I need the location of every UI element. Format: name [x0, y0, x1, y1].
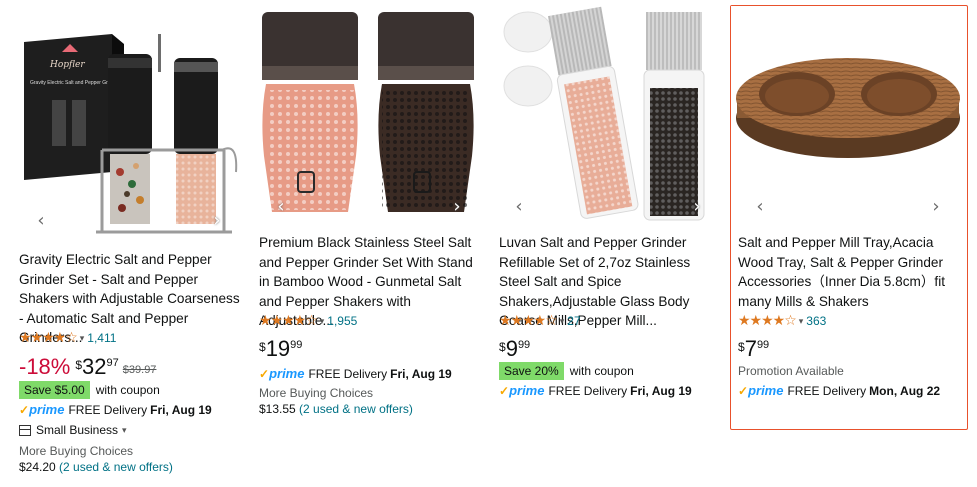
- price-fraction: 99: [290, 339, 303, 351]
- product-card: Hopfler Gravity Electric Salt and Pepper…: [12, 0, 244, 487]
- rating-count[interactable]: 363: [806, 314, 826, 328]
- prime-logo: prime: [29, 402, 65, 417]
- chevron-left-icon[interactable]: ‹: [30, 210, 52, 232]
- coupon-text: with coupon: [569, 364, 634, 378]
- price-block[interactable]: $ 9 99: [499, 337, 530, 361]
- offers-link[interactable]: (2 used & new offers): [299, 402, 413, 416]
- chevron-down-icon[interactable]: ▾: [560, 316, 565, 327]
- glass-grinder-image: [492, 6, 724, 226]
- coupon-badge[interactable]: Save $5.00: [19, 381, 90, 399]
- product-title[interactable]: Salt and Pepper Mill Tray,Acacia Wood Tr…: [738, 233, 960, 311]
- delivery-text: FREE Delivery: [548, 383, 628, 398]
- star-rating-icon[interactable]: ★★★★☆: [738, 313, 797, 329]
- offers-row: $24.20 (2 used & new offers): [19, 460, 173, 474]
- chevron-left-icon[interactable]: ‹: [749, 196, 771, 218]
- rating-row[interactable]: ★★★★☆ ▾ 363: [738, 313, 826, 329]
- coupon-row[interactable]: Save 20% with coupon: [499, 362, 634, 380]
- offer-price: $13.55: [259, 402, 296, 416]
- star-rating-icon[interactable]: ★★★★☆: [19, 330, 78, 346]
- grinder-set-image: Hopfler Gravity Electric Salt and Pepper…: [12, 22, 244, 242]
- star-rating-icon[interactable]: ★★★★☆: [499, 313, 558, 329]
- store-icon: [19, 424, 31, 436]
- price-block[interactable]: $ 19 99: [259, 337, 302, 361]
- buying-choices-label: More Buying Choices: [259, 386, 374, 400]
- chevron-right-icon[interactable]: ›: [206, 210, 228, 232]
- rating-row[interactable]: ★★★★☆ ▾ 27: [499, 313, 581, 329]
- prime-check-icon: ✓: [19, 402, 30, 417]
- chevron-down-icon[interactable]: ▾: [799, 316, 804, 327]
- rating-count[interactable]: 27: [567, 314, 580, 328]
- price-symbol: $: [75, 358, 83, 372]
- chevron-down-icon[interactable]: ▾: [80, 333, 85, 344]
- price-block[interactable]: -18% $ 32 97 $39.97: [19, 355, 156, 379]
- coupon-badge[interactable]: Save 20%: [499, 362, 564, 380]
- coupon-text: with coupon: [95, 383, 160, 397]
- delivery-date: Fri, Aug 19: [150, 402, 212, 417]
- offers-row: $13.55 (2 used & new offers): [259, 402, 413, 416]
- price-fraction: 97: [106, 357, 119, 369]
- price-fraction: 99: [517, 339, 531, 351]
- promotion-label: Promotion Available: [738, 364, 844, 378]
- star-rating-icon[interactable]: ★★★★☆: [259, 313, 318, 329]
- prime-check-icon: ✓: [499, 383, 510, 398]
- product-image[interactable]: ‹ ›: [252, 6, 484, 226]
- grinder-pair-image: [252, 6, 484, 226]
- coupon-row[interactable]: Save $5.00 with coupon: [19, 381, 160, 399]
- rating-row[interactable]: ★★★★☆ ▾ 1,411: [19, 330, 116, 346]
- rating-row[interactable]: ★★★★☆ ▾ 1,955: [259, 313, 357, 329]
- small-business-label: Small Business: [36, 423, 119, 437]
- chevron-right-icon[interactable]: ›: [925, 196, 947, 218]
- price-symbol: $: [259, 340, 266, 354]
- product-image[interactable]: ‹ ›: [731, 6, 965, 226]
- product-card: ‹ › Premium Black Stainless Steel Salt a…: [252, 0, 484, 487]
- chevron-left-icon[interactable]: ‹: [508, 196, 530, 218]
- price-whole: 9: [505, 336, 518, 361]
- product-card: ‹ › Luvan Salt and Pepper Grinder Refill…: [492, 0, 724, 487]
- prime-logo: prime: [269, 366, 305, 381]
- price-symbol: $: [499, 340, 506, 354]
- svg-text:Gravity Electric Salt and Pepp: Gravity Electric Salt and Pepper Gr...: [30, 80, 112, 86]
- delivery-date: Fri, Aug 19: [630, 383, 692, 398]
- delivery-text: FREE Delivery: [68, 402, 148, 417]
- delivery-row: ✓ prime FREE Delivery Fri, Aug 19: [19, 402, 212, 417]
- buying-choices-label: More Buying Choices: [19, 444, 134, 458]
- delivery-date: Fri, Aug 19: [390, 366, 452, 381]
- delivery-date: Mon, Aug 22: [869, 383, 941, 398]
- price-block[interactable]: $ 7 99: [738, 337, 769, 361]
- price-fraction: 99: [756, 339, 770, 351]
- chevron-down-icon[interactable]: ▾: [320, 316, 325, 327]
- svg-text:Hopfler: Hopfler: [49, 60, 85, 70]
- offers-link[interactable]: (2 used & new offers): [59, 460, 173, 474]
- chevron-right-icon[interactable]: ›: [686, 196, 708, 218]
- prime-logo: prime: [748, 383, 784, 398]
- chevron-right-icon[interactable]: ›: [446, 196, 468, 218]
- chevron-down-icon[interactable]: ▾: [122, 425, 127, 436]
- product-card-highlighted: ‹ › Salt and Pepper Mill Tray,Acacia Woo…: [730, 5, 968, 430]
- prime-check-icon: ✓: [738, 383, 749, 398]
- offer-price: $24.20: [19, 460, 56, 474]
- product-image[interactable]: Hopfler Gravity Electric Salt and Pepper…: [12, 22, 244, 242]
- rating-count[interactable]: 1,411: [87, 331, 116, 345]
- wood-tray-image: [731, 6, 965, 226]
- chevron-left-icon[interactable]: ‹: [270, 196, 292, 218]
- delivery-text: FREE Delivery: [787, 383, 867, 398]
- prime-logo: prime: [509, 383, 545, 398]
- delivery-text: FREE Delivery: [308, 366, 388, 381]
- price-whole: 32: [82, 354, 107, 379]
- price-symbol: $: [738, 340, 745, 354]
- list-price: $39.97: [122, 364, 157, 376]
- product-image[interactable]: ‹ ›: [492, 6, 724, 226]
- price-whole: 19: [265, 336, 291, 361]
- delivery-row: ✓ prime FREE Delivery Fri, Aug 19: [499, 383, 692, 398]
- rating-count[interactable]: 1,955: [327, 314, 357, 328]
- price-whole: 7: [744, 336, 757, 361]
- delivery-row: ✓ prime FREE Delivery Fri, Aug 19: [259, 366, 452, 381]
- delivery-row: ✓ prime FREE Delivery Mon, Aug 22: [738, 383, 940, 398]
- prime-check-icon: ✓: [259, 366, 270, 381]
- discount-badge: -18%: [19, 354, 71, 379]
- small-business-badge[interactable]: Small Business ▾: [19, 423, 130, 437]
